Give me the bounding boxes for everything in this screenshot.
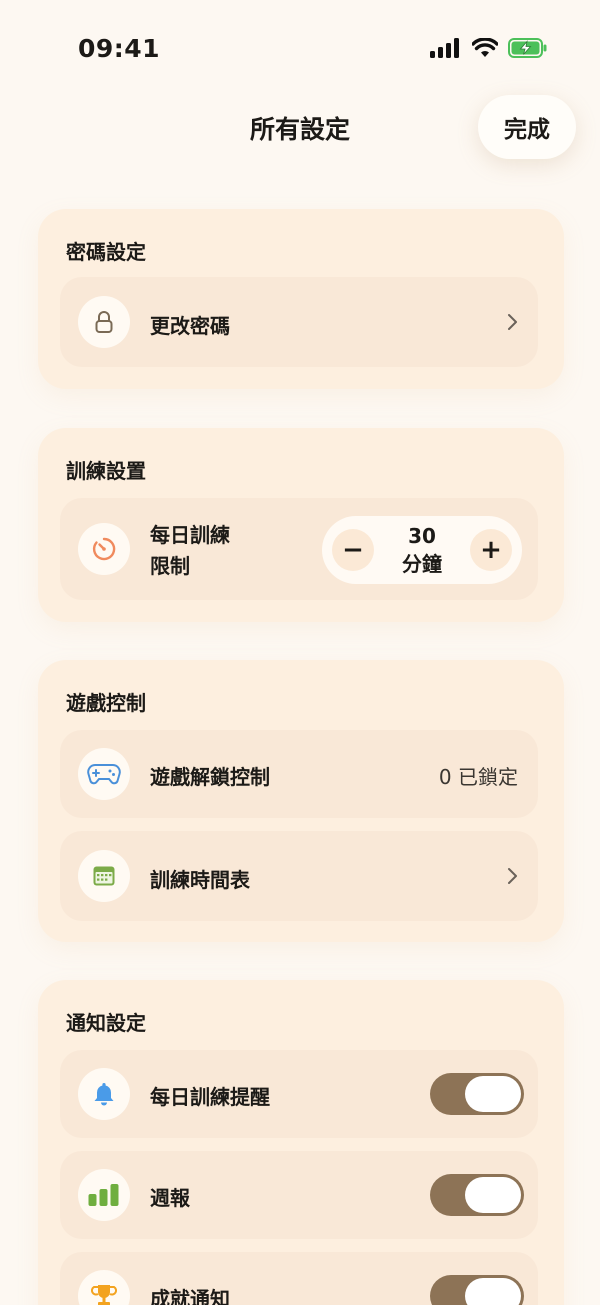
notification-settings-card: 通知設定 每日訓練提醒 週報 成就通知: [38, 980, 564, 1305]
game-unlock-row[interactable]: 遊戲解鎖控制 0 已鎖定: [60, 730, 538, 818]
game-section-title: 遊戲控制: [66, 691, 146, 715]
calendar-icon: [93, 866, 115, 886]
decrement-button[interactable]: −: [332, 529, 374, 571]
achievement-notification-row: 成就通知: [60, 1252, 538, 1305]
training-settings-card: 訓練設置 每日訓練 限制 − 30 分鐘 +: [38, 428, 564, 622]
change-password-row[interactable]: 更改密碼: [60, 277, 538, 367]
timer-icon: [92, 537, 116, 561]
trophy-icon-circle: [78, 1270, 130, 1305]
status-icons: [430, 38, 548, 58]
daily-reminder-label: 每日訓練提醒: [150, 1085, 270, 1109]
gamepad-icon-circle: [78, 748, 130, 800]
timer-icon-circle: [78, 523, 130, 575]
daily-limit-label-line2: 限制: [150, 554, 190, 578]
daily-reminder-row: 每日訓練提醒: [60, 1050, 538, 1138]
daily-limit-stepper: − 30 分鐘 +: [322, 516, 522, 584]
status-time: 09:41: [78, 34, 161, 63]
done-button[interactable]: 完成: [478, 95, 576, 159]
training-schedule-row[interactable]: 訓練時間表: [60, 831, 538, 921]
bell-icon: [94, 1083, 114, 1106]
password-section-title: 密碼設定: [66, 240, 146, 264]
toggle-knob: [465, 1177, 521, 1213]
daily-limit-label: 每日訓練 限制: [150, 520, 230, 582]
weekly-report-label: 週報: [150, 1186, 190, 1210]
trophy-icon: [91, 1285, 117, 1305]
daily-limit-number: 30: [408, 524, 436, 548]
status-bar: 09:41: [0, 0, 600, 96]
bar-chart-icon: [88, 1184, 119, 1206]
chevron-right-icon: [508, 314, 517, 330]
cellular-signal-icon: [430, 38, 459, 58]
toggle-knob: [465, 1278, 521, 1305]
achievement-notification-label: 成就通知: [150, 1287, 230, 1305]
notification-section-title: 通知設定: [66, 1011, 146, 1035]
wifi-icon: [472, 38, 498, 57]
weekly-report-row: 週報: [60, 1151, 538, 1239]
daily-reminder-toggle[interactable]: [430, 1073, 524, 1115]
daily-limit-unit: 分鐘: [402, 552, 442, 576]
daily-limit-value: 30 分鐘: [384, 522, 460, 578]
change-password-label: 更改密碼: [150, 314, 230, 338]
password-settings-card: 密碼設定 更改密碼: [38, 209, 564, 389]
game-unlock-label: 遊戲解鎖控制: [150, 765, 270, 789]
game-control-card: 遊戲控制 遊戲解鎖控制 0 已鎖定 訓練時間表: [38, 660, 564, 942]
battery-charging-icon: [508, 38, 547, 58]
achievement-notification-toggle[interactable]: [430, 1275, 524, 1305]
weekly-report-toggle[interactable]: [430, 1174, 524, 1216]
lock-icon: [95, 311, 113, 333]
calendar-icon-circle: [78, 850, 130, 902]
daily-limit-label-line1: 每日訓練: [150, 523, 230, 547]
lock-icon-circle: [78, 296, 130, 348]
daily-limit-row: 每日訓練 限制 − 30 分鐘 +: [60, 498, 538, 600]
gamepad-icon: [87, 764, 121, 785]
chevron-right-icon: [508, 868, 517, 884]
training-section-title: 訓練設置: [66, 459, 146, 483]
toggle-knob: [465, 1076, 521, 1112]
bell-icon-circle: [78, 1068, 130, 1120]
increment-button[interactable]: +: [470, 529, 512, 571]
training-schedule-label: 訓練時間表: [150, 868, 250, 892]
bar-chart-icon-circle: [78, 1169, 130, 1221]
game-unlock-value: 0 已鎖定: [438, 765, 518, 789]
